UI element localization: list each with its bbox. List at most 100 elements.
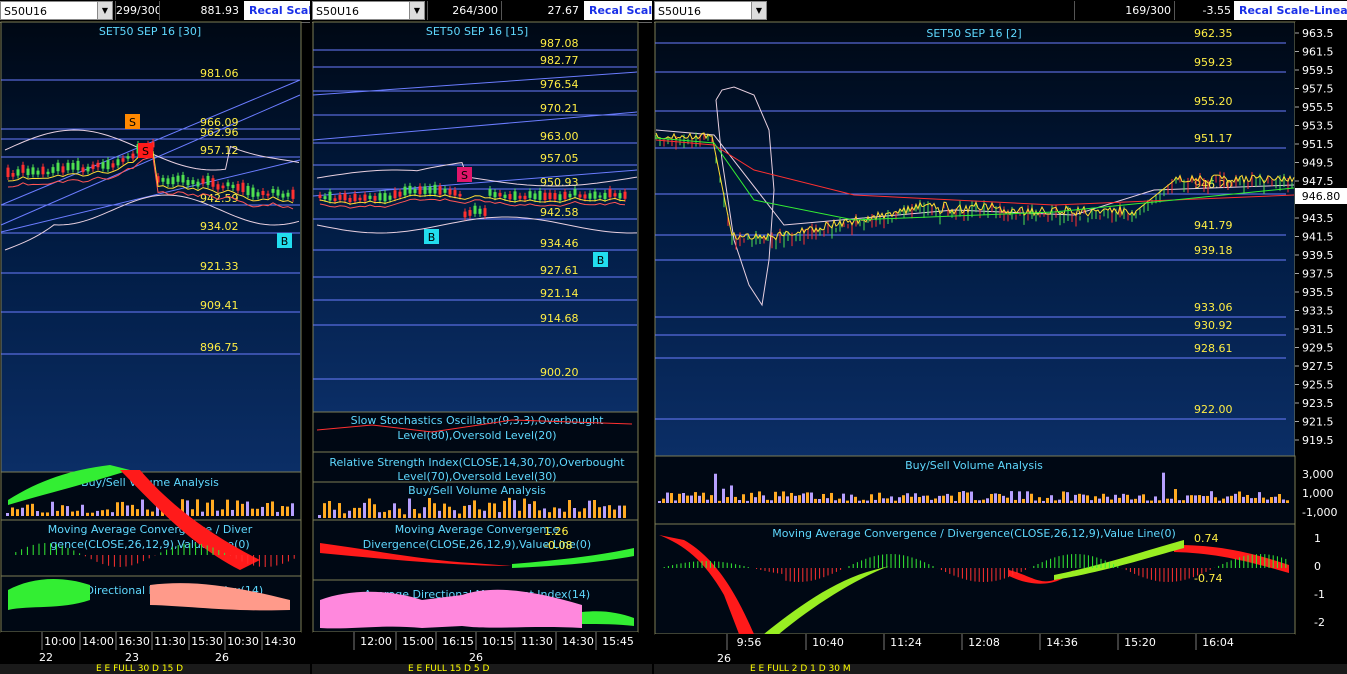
- status-bar: E E FULL 30 D 15 D: [0, 664, 310, 674]
- volume-bar: [588, 500, 591, 518]
- candle: [518, 195, 522, 199]
- candle: [618, 193, 622, 199]
- candle: [171, 177, 175, 185]
- volume-bar: [246, 501, 249, 516]
- chart-label: Moving Average Convergence / Diver: [48, 523, 253, 536]
- volume-bar: [281, 506, 284, 516]
- volume-bar: [358, 507, 361, 518]
- chart-label: 1.26: [544, 525, 569, 538]
- chart-label: 939.18: [1194, 244, 1233, 257]
- chart-label: 10:15: [482, 635, 514, 648]
- chart-label: 15:30: [191, 635, 223, 648]
- candle: [126, 156, 130, 159]
- candle: [423, 186, 427, 194]
- chart-label: 1,000: [1302, 487, 1334, 500]
- volume-bar: [1130, 499, 1133, 503]
- volume-bar: [553, 507, 556, 518]
- volume-bar: [528, 503, 531, 518]
- chart-label: 26: [215, 651, 229, 664]
- volume-bar: [221, 509, 224, 516]
- chart-label: B: [428, 231, 436, 244]
- chart-label: 942.58: [540, 206, 579, 219]
- chart-label: 928.61: [1194, 342, 1233, 355]
- volume-bar: [658, 500, 661, 503]
- volume-bar: [558, 508, 561, 518]
- candle: [131, 153, 135, 159]
- volume-bar: [974, 500, 977, 503]
- volume-bar: [333, 509, 336, 518]
- chart-label: SET50 SEP 16 [2]: [926, 27, 1021, 40]
- candle: [383, 193, 387, 202]
- candle: [181, 174, 185, 183]
- volume-bar: [418, 513, 421, 518]
- candle: [286, 192, 290, 197]
- chart-label: 11:30: [521, 635, 553, 648]
- chart-label: 925.5: [1302, 379, 1334, 392]
- candle: [448, 189, 452, 195]
- price-chart[interactable]: SET50 SEP 16 [30]981.06966.09962.96957.1…: [0, 0, 310, 674]
- candle: [583, 194, 587, 199]
- chart-label: 970.21: [540, 102, 579, 115]
- candle: [553, 193, 557, 200]
- volume-bar: [388, 510, 391, 518]
- volume-bar: [568, 500, 571, 518]
- candle: [276, 189, 280, 196]
- volume-bar: [1118, 497, 1121, 503]
- volume-bar: [548, 512, 551, 518]
- volume-bar: [970, 491, 973, 503]
- volume-bar: [910, 496, 913, 503]
- chart-label: 921.14: [540, 287, 579, 300]
- candle: [323, 196, 327, 200]
- chart-label: 16:15: [442, 635, 474, 648]
- volume-bar: [1050, 495, 1053, 503]
- volume-bar: [1030, 493, 1033, 503]
- candle: [116, 159, 120, 166]
- chart-label: 951.17: [1194, 132, 1233, 145]
- volume-bar: [1258, 492, 1261, 503]
- candle: [363, 194, 367, 201]
- chart-label: 921.5: [1302, 416, 1334, 429]
- volume-bar: [710, 495, 713, 503]
- volume-bar: [141, 499, 144, 516]
- volume-bar: [874, 499, 877, 503]
- volume-bar: [16, 509, 19, 516]
- candle: [348, 197, 352, 203]
- chart-label: -2: [1314, 616, 1325, 629]
- candle: [528, 191, 532, 198]
- chart-label: -0.08: [544, 539, 572, 552]
- candle: [61, 166, 65, 173]
- candle: [16, 169, 20, 176]
- candle: [613, 193, 617, 197]
- volume-bar: [126, 505, 129, 516]
- volume-bar: [1002, 495, 1005, 503]
- volume-bar: [1158, 500, 1161, 503]
- volume-bar: [518, 510, 521, 518]
- candle: [563, 191, 567, 199]
- candle: [36, 170, 40, 175]
- chart-label: 15:45: [602, 635, 634, 648]
- chart-label: 1: [1314, 532, 1321, 545]
- volume-bar: [798, 495, 801, 503]
- volume-bar: [742, 494, 745, 503]
- volume-bar: [241, 503, 244, 516]
- volume-bar: [468, 505, 471, 518]
- volume-bar: [493, 503, 496, 518]
- candle: [231, 184, 235, 188]
- volume-bar: [66, 506, 69, 516]
- price-chart[interactable]: SET50 SEP 16 [15] 987.08 982.77 976.54 970.2…: [312, 0, 652, 674]
- price-chart[interactable]: SET50 SEP 16 [2] 962.35 959.23 955.20 951.17…: [654, 0, 1347, 674]
- chart-label: 987.08: [540, 37, 579, 50]
- volume-bar: [674, 500, 677, 503]
- volume-bar: [1138, 495, 1141, 503]
- candle: [343, 193, 347, 201]
- volume-bar: [994, 493, 997, 503]
- volume-bar: [1110, 499, 1113, 503]
- volume-bar: [116, 502, 119, 516]
- volume-bar: [714, 473, 717, 503]
- volume-bar: [578, 511, 581, 518]
- volume-bar: [946, 493, 949, 503]
- chart-label: 939.5: [1302, 249, 1334, 262]
- volume-bar: [1114, 494, 1117, 503]
- volume-bar: [802, 493, 805, 503]
- volume-bar: [730, 485, 733, 503]
